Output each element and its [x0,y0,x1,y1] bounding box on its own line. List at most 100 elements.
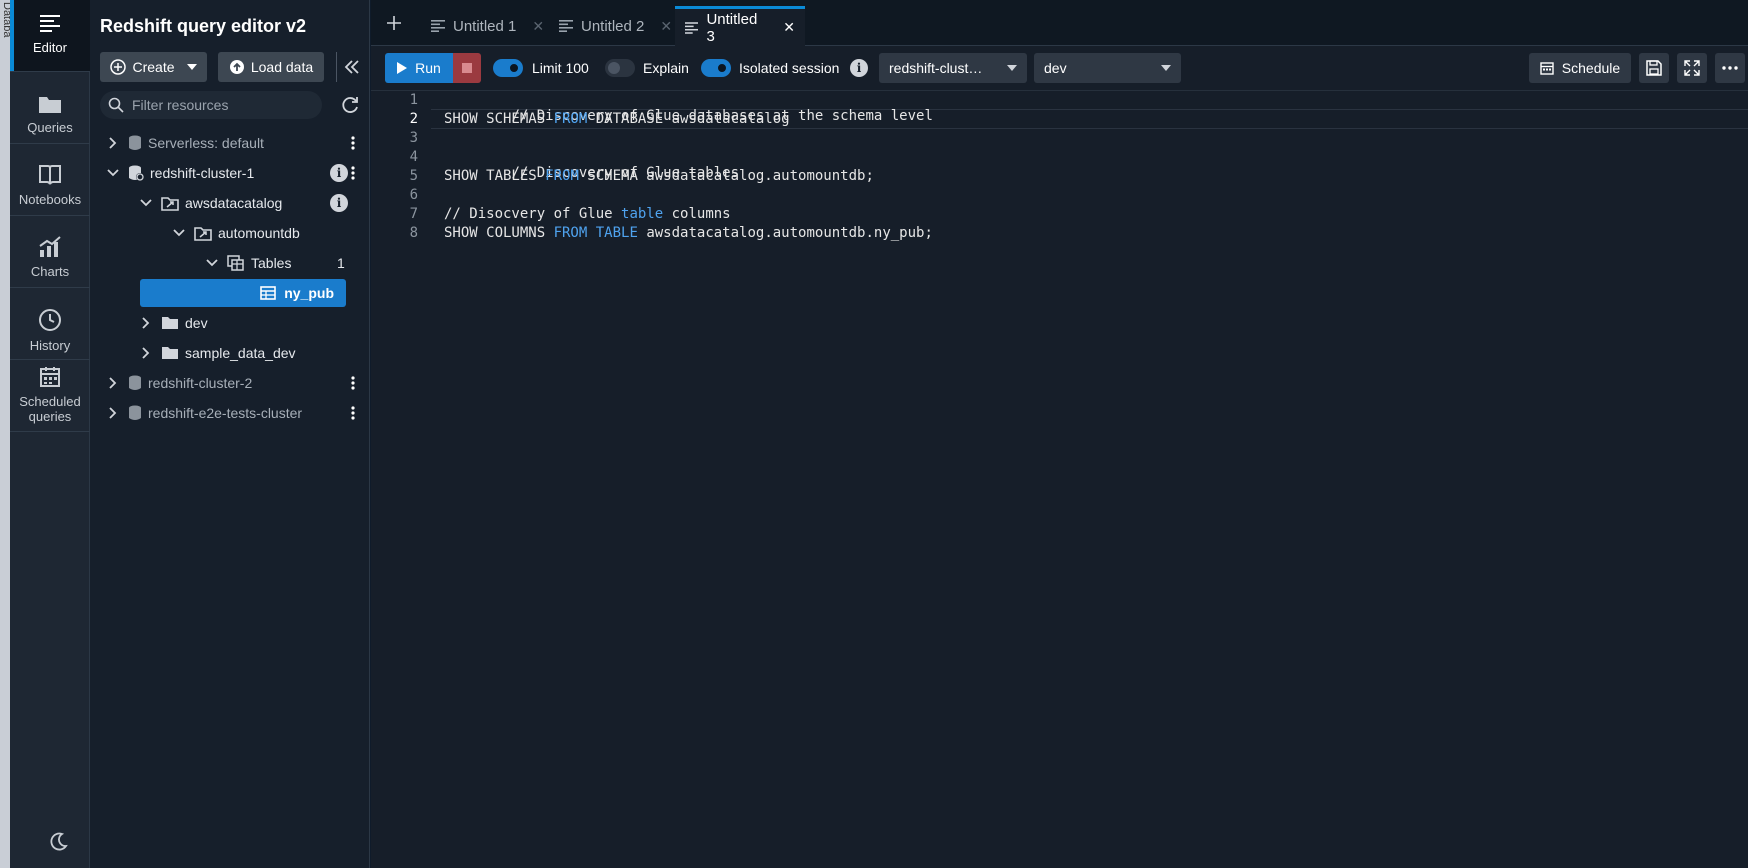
upload-icon [229,60,244,74]
load-data-label: Load data [250,59,314,75]
editor-tab-icon [685,21,699,34]
tree-item-tables[interactable]: Tables [205,250,291,276]
moon-icon[interactable] [48,832,68,852]
create-button[interactable]: Create [100,52,207,82]
tree-item-awsdatacatalog[interactable]: awsdatacatalog [139,190,282,216]
filter-placeholder: Filter resources [132,97,229,113]
tree-item-automountdb[interactable]: automountdb [172,220,300,246]
load-data-button[interactable]: Load data [218,52,324,82]
isolated-session-info-icon[interactable]: i [850,59,868,77]
cluster-select-value: redshift-clust… [889,60,983,76]
code-text: SHOW TABLES [444,168,546,184]
cluster-2-kebab-icon[interactable] [346,370,360,396]
cluster-select[interactable]: redshift-clust… [879,53,1027,83]
double-chevron-left-icon [344,60,359,74]
schedule-button[interactable]: Schedule [1529,53,1631,83]
collapse-panel-button[interactable] [336,52,366,82]
tables-count-badge: 1 [337,250,345,276]
tab-label-3: Untitled 3 [706,10,758,45]
run-button[interactable]: Run [385,53,453,83]
code-line-5: SHOW TABLES FROM SCHEMA awsdatacatalog.a… [444,168,874,184]
new-tab-button[interactable] [383,12,405,34]
filter-resources-input[interactable]: Filter resources [100,91,322,119]
stop-button[interactable] [453,53,481,83]
tab-untitled-2[interactable]: Untitled 2 ✕ [549,6,682,46]
tree-label-dev: dev [185,315,208,331]
tab-untitled-1[interactable]: Untitled 1 ✕ [421,6,554,46]
tree-item-serverless[interactable]: Serverless: default [106,130,264,156]
line-number: 1 [409,92,418,108]
chevron-right-icon [139,316,153,330]
code-text: SHOW SCHEMAS [444,111,554,127]
keyword: table [621,206,664,222]
rail-label-editor: Editor [33,40,67,55]
search-icon [108,97,124,113]
editor-icon [40,15,60,32]
run-label: Run [415,60,441,76]
line-number: 6 [409,187,418,203]
save-button[interactable] [1639,53,1669,83]
tree-item-e2e-cluster[interactable]: redshift-e2e-tests-cluster [106,400,302,426]
chevron-down-icon [106,166,120,180]
tree-label-serverless: Serverless: default [148,135,264,151]
rail-item-queries[interactable]: Queries [10,72,90,144]
chevron-right-icon [106,406,120,420]
database-icon [128,135,142,151]
chevron-right-icon [139,346,153,360]
tree-item-sample-data-dev[interactable]: sample_data_dev [139,340,296,366]
limit-toggle[interactable] [493,59,523,77]
window-edge: Databa [0,0,13,868]
more-actions-button[interactable] [1715,53,1745,83]
table-icon [260,286,277,300]
fullscreen-button[interactable] [1677,53,1707,83]
rail-item-notebooks[interactable]: Notebooks [10,144,90,216]
code-line-8: SHOW COLUMNS FROM TABLE awsdatacatalog.a… [444,225,933,241]
caret-down-icon [1007,65,1017,71]
keyword: FROM [553,111,588,127]
chevron-down-icon [205,256,219,270]
explain-toggle[interactable] [605,59,635,77]
tree-label-awsdatacatalog: awsdatacatalog [185,195,283,211]
refresh-icon[interactable] [340,95,360,115]
isolated-session-label: Isolated session [739,60,840,76]
rail-item-history[interactable]: History [10,288,90,360]
tree-item-ny-pub[interactable]: ny_pub [140,279,346,307]
e2e-cluster-kebab-icon[interactable] [346,400,360,426]
tree-item-dev[interactable]: dev [139,310,208,336]
line-number: 4 [409,149,418,165]
rail-item-charts[interactable]: Charts [10,216,90,288]
awsdatacatalog-info-icon[interactable]: i [330,194,348,212]
database-select-value: dev [1044,60,1067,76]
tab-label-2: Untitled 2 [581,17,645,35]
play-icon [397,62,408,74]
resource-panel: Redshift query editor v2 Create Load dat… [90,0,370,868]
external-schema-icon [194,225,212,241]
tree-item-cluster-2[interactable]: redshift-cluster-2 [106,370,252,396]
close-icon[interactable]: ✕ [532,18,544,35]
app-window: Databa Editor Queries Notebooks Charts H… [0,0,1748,868]
sql-editor[interactable]: 1 // Discovery of Glue databases at the … [371,91,1748,868]
folder-icon [161,316,179,330]
editor-tab-icon [559,20,573,32]
schedule-label: Schedule [1561,60,1621,76]
database-select[interactable]: dev [1034,53,1181,83]
calendar-icon [1540,62,1554,75]
serverless-kebab-icon[interactable] [346,130,360,156]
chevron-right-icon [106,376,120,390]
isolated-session-toggle[interactable] [701,59,731,77]
code-line-7: // Disocvery of Glue table columns [444,206,731,222]
rail-item-editor[interactable]: Editor [10,0,90,72]
close-icon[interactable]: ✕ [783,19,795,36]
folder-icon [161,346,179,360]
limit-label: Limit 100 [532,60,589,76]
rail-item-scheduled-queries[interactable]: Scheduled queries [10,360,90,432]
database-icon [128,375,142,391]
caret-down-icon [186,64,197,70]
rail-label-scheduled: Scheduled [19,394,81,409]
close-icon[interactable]: ✕ [660,18,672,35]
tab-untitled-3[interactable]: Untitled 3 ✕ [675,6,805,46]
line-number: 3 [409,130,418,146]
tree-item-cluster-1[interactable]: redshift-cluster-1 [106,160,254,186]
code-text: SHOW COLUMNS [444,225,554,241]
cluster-1-kebab-icon[interactable] [346,160,360,186]
